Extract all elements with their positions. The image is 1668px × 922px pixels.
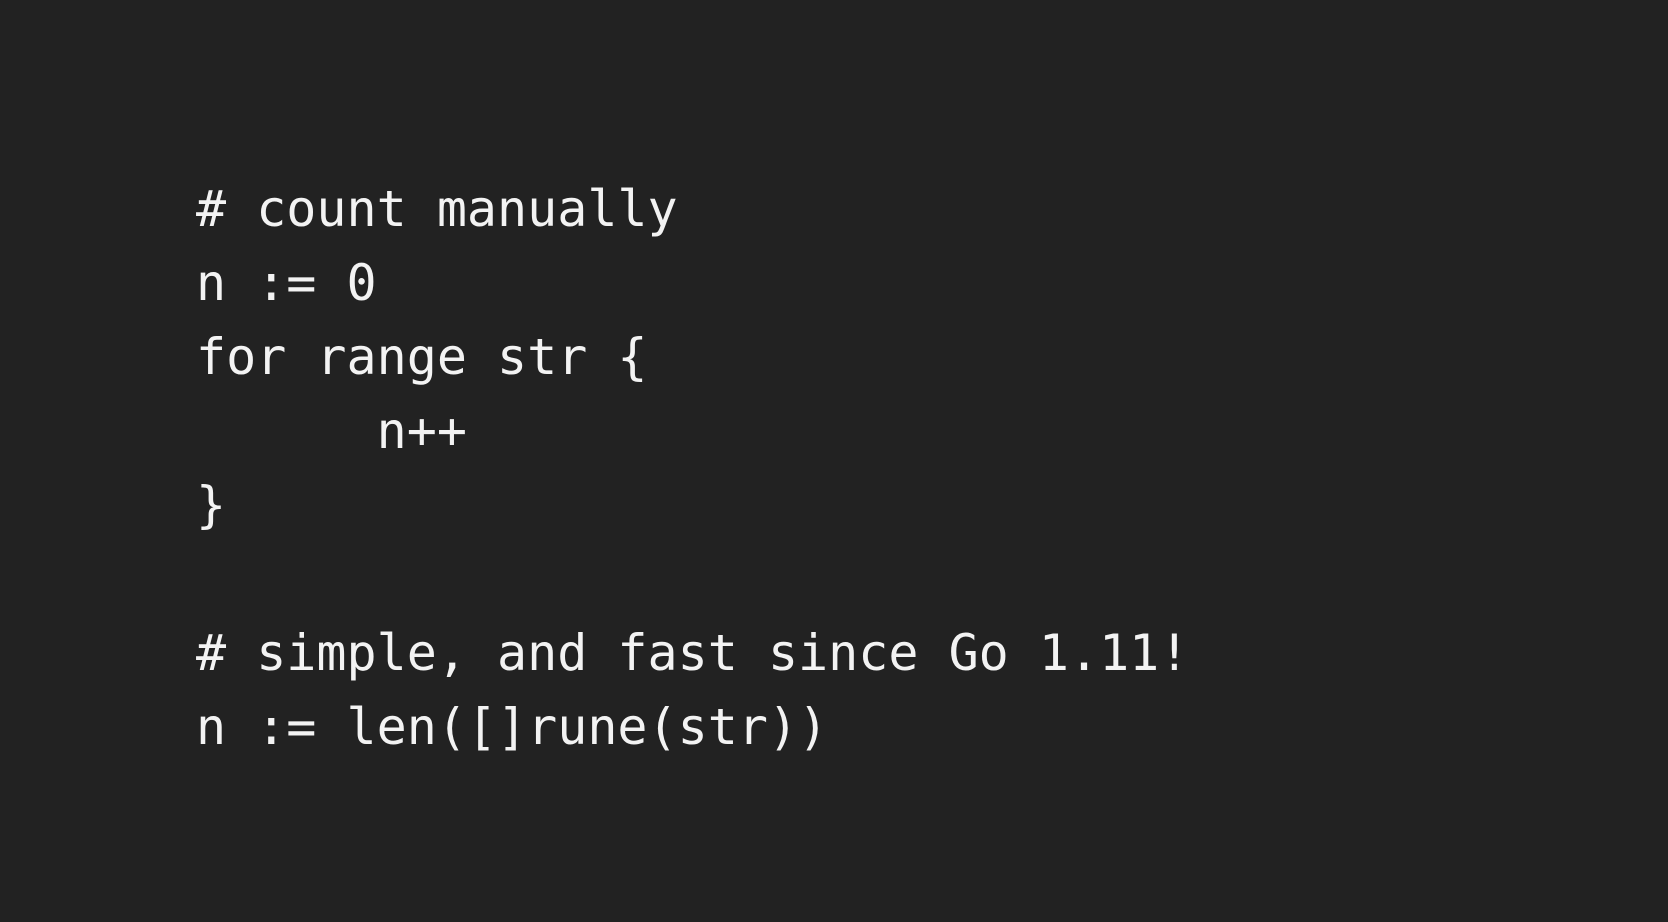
code-line-initialize-n: n := 0 [196, 254, 377, 312]
code-slide: # count manually n := 0 for range str { n+… [0, 0, 1668, 922]
code-block: # count manually n := 0 for range str { n+… [196, 172, 1189, 764]
code-line-comment-count-manually: # count manually [196, 180, 678, 238]
code-line-len-rune: n := len([]rune(str)) [196, 698, 829, 756]
code-line-increment-n: n++ [196, 402, 467, 460]
code-line-close-brace: } [196, 476, 227, 534]
code-line-comment-simple-fast: # simple, and fast since Go 1.11! [196, 624, 1190, 682]
code-line-for-range: for range str { [196, 328, 648, 386]
